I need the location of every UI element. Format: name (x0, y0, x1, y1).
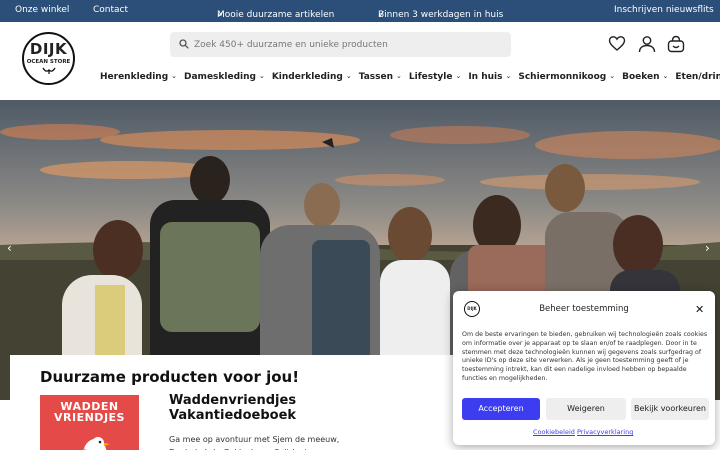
newsletter-link[interactable]: Inschrijven nieuwsflits (614, 5, 714, 15)
seagull-icon (82, 437, 110, 450)
deny-button[interactable]: Weigeren (546, 398, 626, 420)
cookie-policy-link[interactable]: Cookiebeleid (533, 428, 575, 436)
privacy-statement-link[interactable]: Privacyverklaring (577, 428, 633, 436)
product-image[interactable]: WADDEN VRIENDJES (40, 395, 139, 450)
chevron-down-icon: ⌄ (455, 72, 462, 80)
cart-icon[interactable] (667, 35, 685, 53)
nav-item-boeken[interactable]: Boeken ⌄ (622, 72, 668, 82)
search-icon (179, 39, 189, 49)
nav-item-kinderkleding[interactable]: Kinderkleding ⌄ (272, 72, 352, 82)
cookie-consent-dialog: DIJK Beheer toestemming ✕ Om de beste er… (453, 291, 715, 445)
consent-title: Beheer toestemming (539, 304, 629, 314)
consent-text: Om de beste ervaringen te bieden, gebrui… (462, 331, 708, 382)
nav-item-in-huis[interactable]: In huis ⌄ (468, 72, 511, 82)
chevron-down-icon: ⌄ (345, 72, 352, 80)
main-nav: Herenkleding ⌄ Dameskleding ⌄ Kinderkleding ⌄… (100, 72, 720, 86)
chevron-down-icon: ⌄ (505, 72, 512, 80)
top-bar: Onze winkel Contact ✓ Mooie duurzame arti… (0, 0, 720, 22)
view-preferences-button[interactable]: Bekijk voorkeuren (631, 398, 709, 420)
nav-item-tassen[interactable]: Tassen ⌄ (359, 72, 402, 82)
store-logo[interactable]: DIJK OCEAN STORE (22, 32, 75, 85)
nav-item-schiermonnikoog[interactable]: Schiermonnikoog ⌄ (518, 72, 615, 82)
store-link[interactable]: Onze winkel (15, 5, 69, 15)
book-cover-title: WADDEN VRIENDJES (54, 400, 125, 424)
hero-prev-arrow[interactable]: ‹ (7, 241, 12, 255)
contact-link[interactable]: Contact (93, 5, 128, 15)
chevron-down-icon: ⌄ (662, 72, 669, 80)
site-header: DIJK OCEAN STORE Herenkleding⌄ Dameskledi… (0, 22, 720, 100)
hero-next-arrow[interactable]: › (705, 241, 710, 255)
nav-item-lifestyle[interactable]: Lifestyle ⌄ (409, 72, 461, 82)
chevron-down-icon: ⌄ (609, 72, 616, 80)
accept-button[interactable]: Accepteren (462, 398, 540, 420)
usp-delivery-label: Binnen 3 werkdagen in huis (378, 10, 504, 20)
nav-item-dameskleding[interactable]: Dameskleding ⌄ (184, 72, 265, 82)
product-title[interactable]: Waddenvriendjes Vakantiedoeboek (169, 393, 369, 423)
product-description: Ga mee op avontuur met Sjem de meeuw, Do… (169, 435, 340, 450)
heart-icon[interactable] (608, 35, 626, 53)
close-icon[interactable]: ✕ (695, 303, 704, 316)
nav-item-herenkleding[interactable]: Herenkleding ⌄ (100, 72, 177, 82)
section-heading: Duurzame producten voor jou! (40, 368, 300, 386)
logo-name: DIJK (29, 40, 68, 58)
nav-item-eten-drinken[interactable]: Eten/drinken⌄ (675, 72, 720, 82)
search-bar[interactable] (170, 32, 511, 57)
logo-tail-icon (41, 67, 56, 74)
usp-sustainable-label: Mooie duurzame artikelen (217, 10, 335, 20)
logo-subtitle: OCEAN STORE (26, 59, 71, 65)
chevron-down-icon: ⌄ (258, 72, 265, 80)
user-icon[interactable] (638, 35, 656, 53)
search-input[interactable] (194, 32, 504, 57)
chevron-down-icon: ⌄ (171, 72, 178, 80)
chevron-down-icon: ⌄ (396, 72, 402, 80)
